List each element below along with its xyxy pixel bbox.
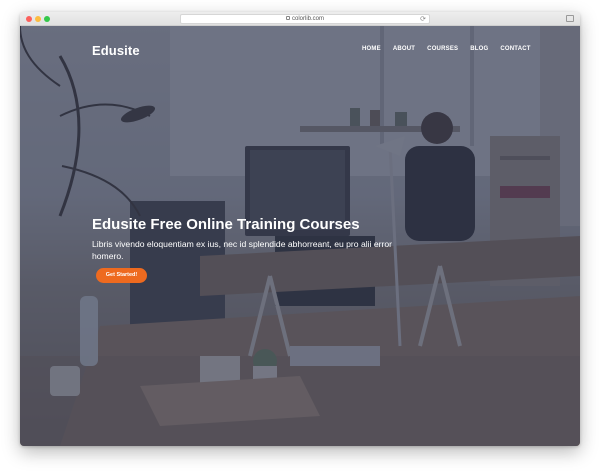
maximize-window-button[interactable] [44,16,50,22]
nav-item-home[interactable]: HOME [362,45,381,55]
hero-overlay [20,26,580,446]
nav-item-courses[interactable]: COURSES [427,45,458,55]
reload-icon[interactable]: ⟳ [420,15,426,24]
address-bar-text: colorlib.com [291,16,324,22]
nav-item-about[interactable]: ABOUT [393,45,415,55]
close-window-button[interactable] [26,16,32,22]
lock-icon [285,16,290,21]
hero-headline: Edusite Free Online Training Courses [92,216,360,233]
hero-subhead: Libris vivendo eloquentiam ex ius, nec i… [92,239,393,261]
main-nav: HOME ABOUT COURSES BLOG CONTACT [362,45,543,55]
get-started-button[interactable]: Get Started! [96,268,147,283]
browser-toolbar: colorlib.com ⟳ [20,12,580,26]
hero-section: Edusite HOME ABOUT COURSES BLOG CONTACT … [20,26,580,446]
nav-item-contact[interactable]: CONTACT [500,45,530,55]
site-logo[interactable]: Edusite [92,43,140,58]
browser-window: colorlib.com ⟳ Edusite HOME ABOUT COURSE… [20,12,580,446]
nav-item-blog[interactable]: BLOG [470,45,488,55]
address-bar[interactable]: colorlib.com ⟳ [180,14,430,24]
sidebar-toggle-icon[interactable] [566,15,574,22]
minimize-window-button[interactable] [35,16,41,22]
